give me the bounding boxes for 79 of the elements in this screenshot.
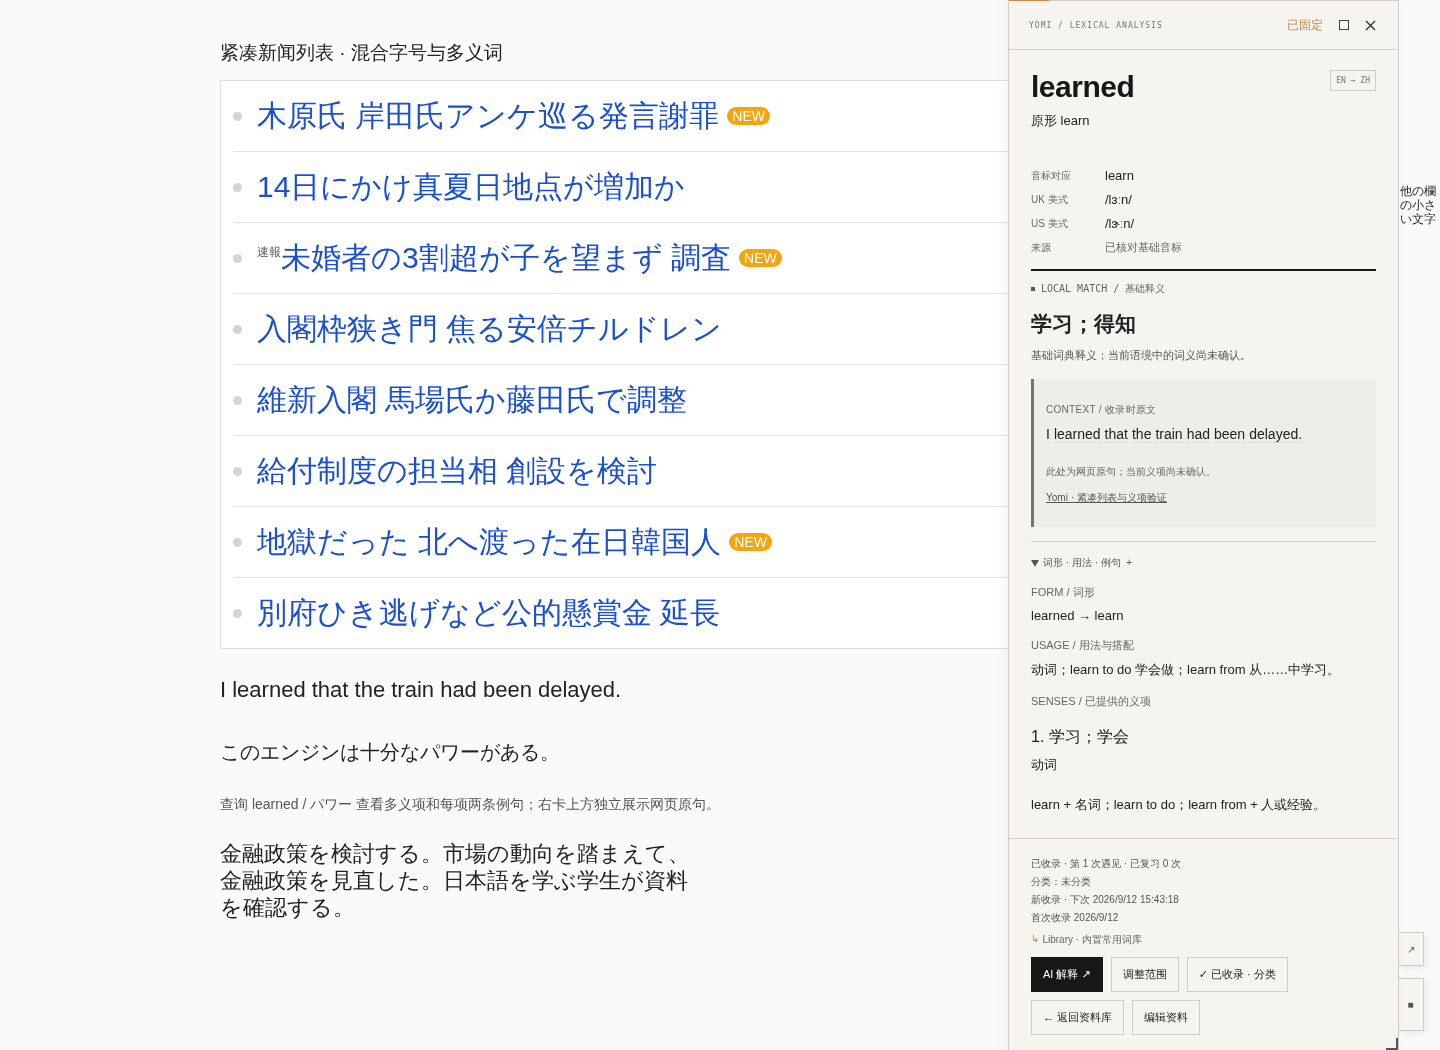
meaning-text: 学习；得知 (1031, 311, 1137, 337)
context-note: 此处为网页原句；当前义项尚未确认。 (1046, 465, 1217, 479)
bullet-icon (233, 182, 242, 192)
phonetic-label: US 美式 (1031, 216, 1069, 231)
context-word[interactable]: train (1155, 426, 1183, 443)
headword: learned (1031, 70, 1135, 104)
paragraph-text: 金融政策を検討する。市場の動向を踏まえて、金融政策を見直した。日本語を学ぶ学生が資料を確認する。 (220, 840, 690, 921)
context-word[interactable]: delayed. (1249, 426, 1303, 443)
language-pair-tag: EN → ZH (1330, 70, 1376, 91)
stop-button[interactable]: ■ (1398, 978, 1424, 1031)
news-headline-link[interactable]: 別府ひき逃げなど公的懸賞金 延長 (257, 592, 721, 634)
bullet-icon (233, 466, 242, 476)
news-headline-link[interactable]: 14日にかけ真夏日地点が増加か (257, 166, 686, 208)
lemma-text: 原形 learn (1031, 112, 1091, 130)
library-mark: ↳ (1031, 933, 1040, 946)
new-badge: NEW (727, 107, 770, 125)
bullet-icon (233, 111, 242, 121)
source-link[interactable]: Yomi · 紧凑列表与义项验证 (1046, 491, 1167, 505)
news-headline-link[interactable]: 地獄だった 北へ渡った在日韓国人 (257, 521, 722, 563)
square-icon (1031, 287, 1035, 291)
context-word[interactable]: I (1046, 426, 1050, 443)
section-label: SENSES / 已提供的义项 (1031, 694, 1152, 709)
part-of-speech: 动词 (1031, 756, 1058, 774)
resize-grip-icon[interactable] (1386, 1038, 1398, 1050)
phonetic-value: /lɝːn/ (1105, 216, 1136, 231)
section-label: LOCAL MATCH / 基础释义 (1041, 282, 1166, 296)
phonetic-value: /lɜːn/ (1105, 192, 1133, 207)
news-headline-link[interactable]: 入閣枠狭き門 焦る安倍チルドレン (257, 308, 723, 350)
page-title: 紧凑新闻列表 · 混合字号与多义词 (220, 41, 504, 65)
context-word[interactable]: been (1214, 426, 1246, 443)
phonetic-label: 音标对应 (1031, 168, 1072, 183)
news-prefix: 速報 (257, 243, 281, 261)
bullet-icon (233, 395, 242, 405)
section-label: USAGE / 用法与搭配 (1031, 638, 1135, 653)
details-toggle[interactable]: 词形 · 用法 · 例句 + (1031, 556, 1376, 570)
section-text: 动词；learn to do 学会做；learn from 从……中学习。 (1031, 661, 1342, 679)
close-icon[interactable] (1365, 19, 1376, 31)
example-sentence: I learned that the train had been delayed. (220, 677, 622, 703)
action-button[interactable]: AI 解释 ↗ (1031, 957, 1103, 992)
stat-line: 首次收录 2026/9/12 (1031, 911, 1120, 925)
news-headline-link[interactable]: 未婚者の3割超が子を望まず 調査 (281, 237, 732, 279)
breadcrumb: YOMI / LEXICAL ANALYSIS (1029, 20, 1164, 30)
context-word[interactable]: had (1186, 426, 1210, 443)
stat-line: 已收录 · 第 1 次遇见 · 已复习 0 次 (1031, 857, 1182, 871)
new-badge: NEW (739, 249, 782, 267)
stat-line: 分类：未分类 (1031, 875, 1092, 889)
news-headline-link[interactable]: 給付制度の担当相 創設を検討 (257, 450, 658, 492)
phonetic-label: 来源 (1031, 240, 1052, 255)
context-word[interactable]: the (1131, 426, 1152, 443)
sense-pattern: learn + 名词；learn to do；learn from + 人或经验。 (1031, 796, 1328, 814)
news-headline-link[interactable]: 維新入閣 馬場氏か藤田氏で調整 (257, 379, 688, 421)
caret-icon (1031, 559, 1039, 567)
section-label: FORM / 词形 (1031, 585, 1096, 600)
action-button[interactable]: ← 返回资料库 (1031, 1000, 1125, 1035)
side-note-text: 他の欄の小さい文字 (1400, 184, 1437, 226)
bullet-icon (233, 608, 242, 618)
action-button[interactable]: 编辑资料 (1132, 1000, 1201, 1035)
open-external-button[interactable]: ↗ (1398, 932, 1424, 966)
bullet-icon (233, 253, 242, 263)
phonetic-value: learn (1105, 168, 1135, 183)
context-label: CONTEXT / 收录时原文 (1046, 403, 1158, 417)
sense-title: 1. 学习；学会 (1031, 727, 1130, 747)
maximize-icon[interactable] (1339, 20, 1349, 30)
context-word[interactable]: that (1104, 426, 1128, 443)
example-sentence: このエンジンは十分なパワーがある。 (220, 740, 560, 765)
meaning-note: 基础词典释义；当前语境中的词义尚未确认。 (1031, 348, 1252, 363)
action-button[interactable]: ✓ 已收录 · 分类 (1186, 957, 1288, 992)
action-button[interactable]: 调整范围 (1110, 957, 1179, 992)
phonetic-label: UK 美式 (1031, 192, 1069, 207)
library-text: Library · 内置常用词库 (1042, 933, 1142, 947)
bullet-icon (233, 537, 242, 547)
stat-line: 新收录 · 下次 2026/9/12 15:43:18 (1031, 893, 1180, 907)
context-word[interactable]: learned (1053, 426, 1101, 443)
news-headline-link[interactable]: 木原氏 岸田氏アンケ巡る発言謝罪 (257, 95, 720, 137)
phonetic-value: 已核对基础音标 (1105, 240, 1183, 255)
hint-text: 查询 learned / パワー 查看多义项和每项两条例句；右卡上方独立展示网页原句。 (220, 796, 721, 814)
section-text: learned → learn (1031, 608, 1125, 623)
bullet-icon (233, 324, 242, 334)
new-badge: NEW (729, 533, 772, 551)
